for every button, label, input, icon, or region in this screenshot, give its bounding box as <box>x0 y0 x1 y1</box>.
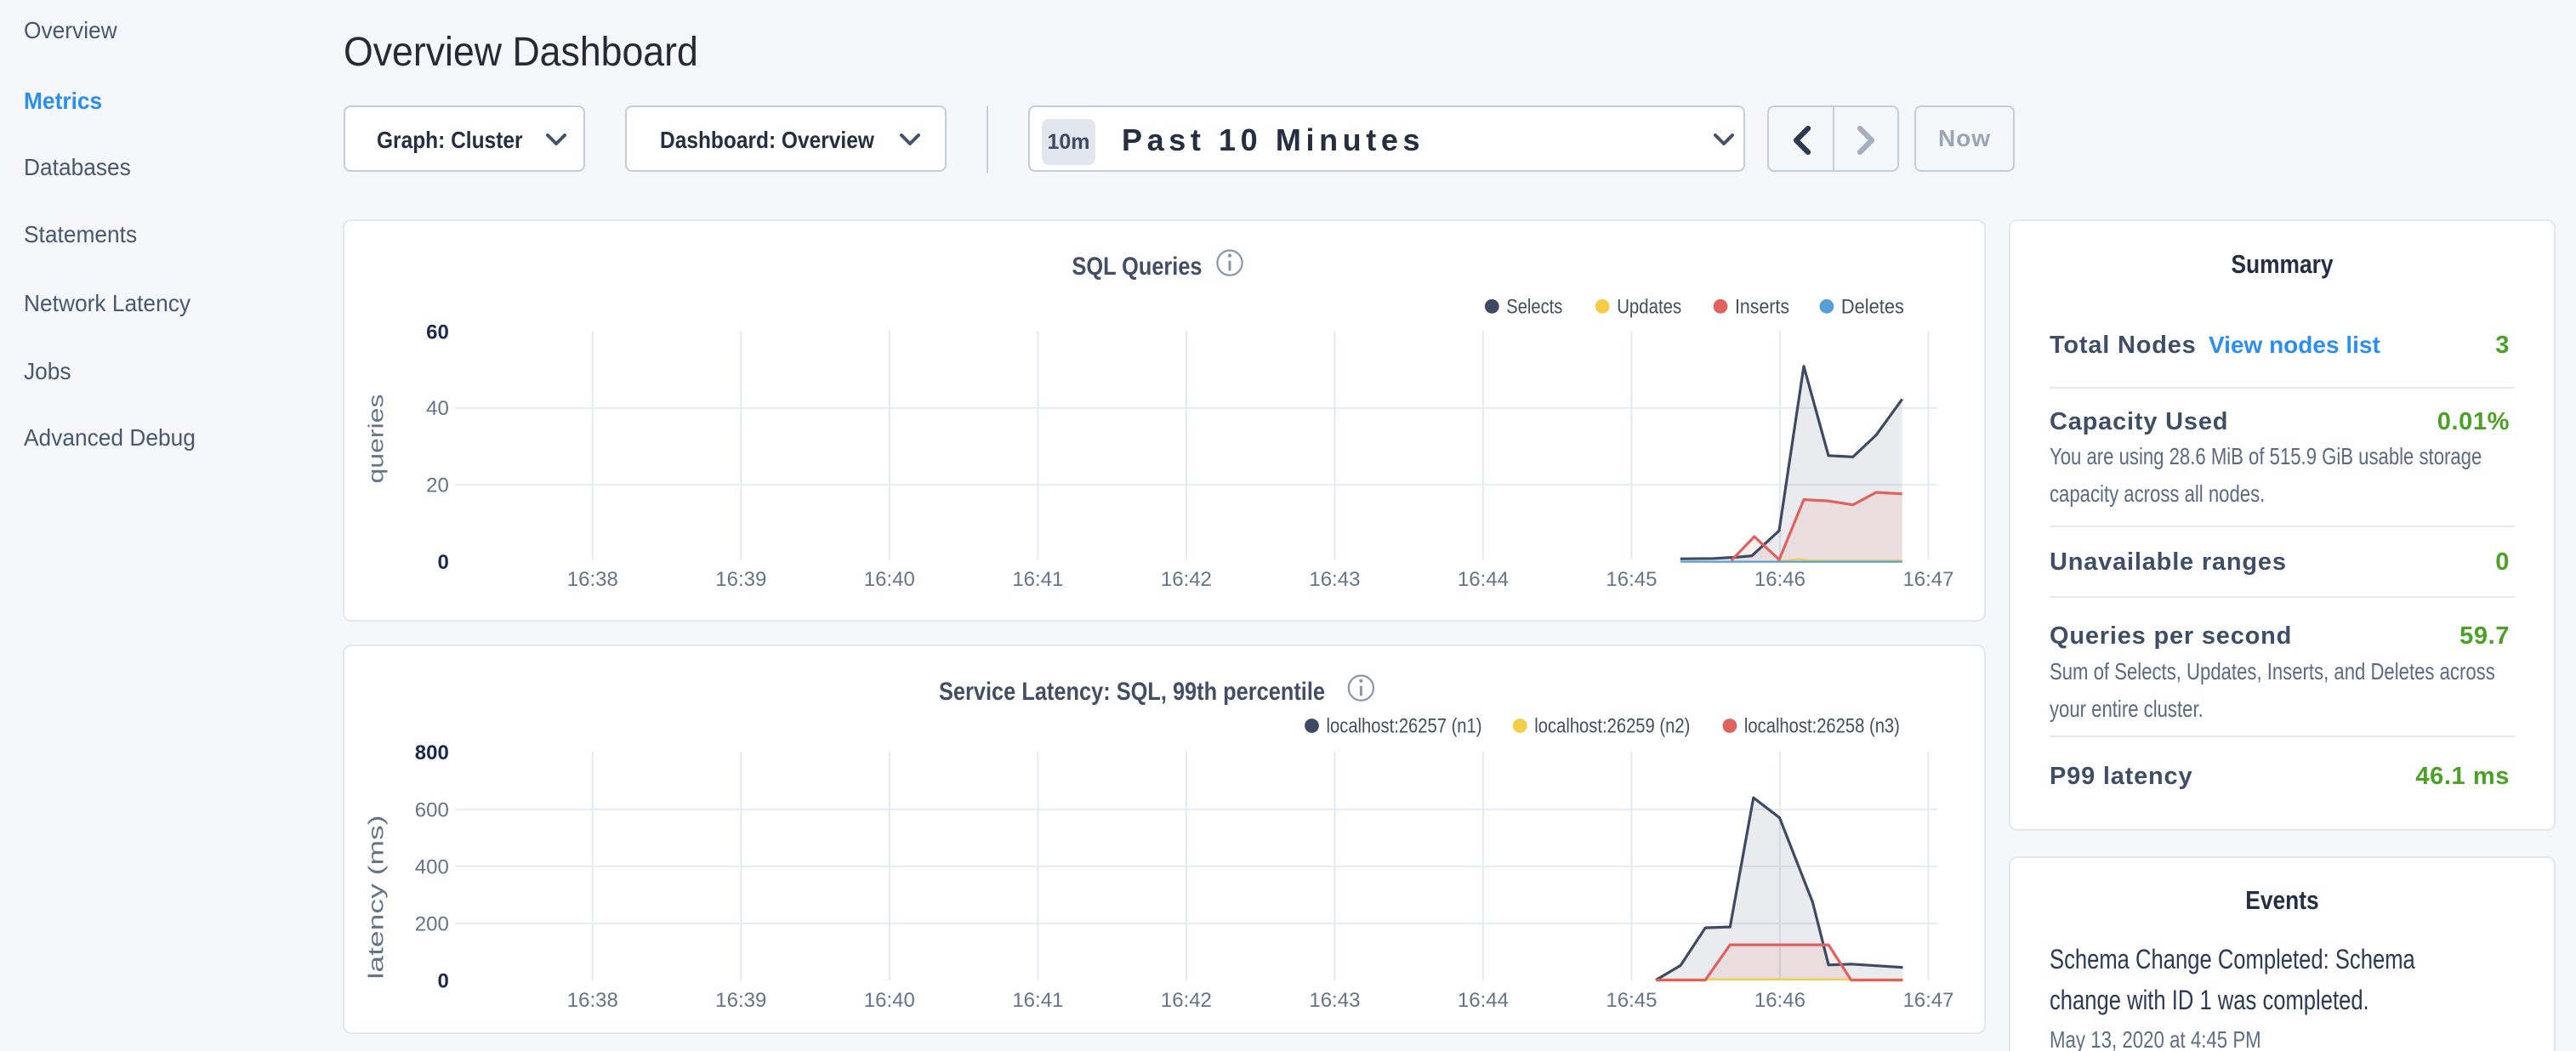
svg-text:Selects: Selects <box>1506 295 1562 318</box>
svg-text:localhost:26257 (n1): localhost:26257 (n1) <box>1327 714 1482 737</box>
svg-text:16:40: 16:40 <box>864 567 915 590</box>
svg-text:16:46: 16:46 <box>1754 989 1805 1012</box>
svg-text:16:42: 16:42 <box>1161 567 1212 590</box>
svg-text:16:44: 16:44 <box>1458 989 1509 1012</box>
svg-text:200: 200 <box>415 912 449 935</box>
svg-text:Deletes: Deletes <box>1841 295 1904 318</box>
svg-text:0: 0 <box>437 969 448 992</box>
svg-text:queries: queries <box>365 394 389 483</box>
svg-text:0: 0 <box>437 550 448 573</box>
svg-text:800: 800 <box>415 741 449 764</box>
svg-text:16:43: 16:43 <box>1309 567 1360 590</box>
svg-text:16:41: 16:41 <box>1012 989 1063 1012</box>
svg-text:Inserts: Inserts <box>1735 295 1789 318</box>
svg-text:16:46: 16:46 <box>1754 567 1805 590</box>
svg-text:60: 60 <box>426 321 449 344</box>
svg-text:latency (ms): latency (ms) <box>365 815 389 979</box>
svg-text:600: 600 <box>415 798 449 821</box>
svg-text:Updates: Updates <box>1617 295 1681 318</box>
svg-text:16:40: 16:40 <box>864 989 915 1012</box>
svg-text:16:43: 16:43 <box>1309 989 1360 1012</box>
svg-text:16:42: 16:42 <box>1161 989 1212 1012</box>
svg-text:16:47: 16:47 <box>1902 989 1953 1012</box>
svg-text:400: 400 <box>415 855 449 878</box>
svg-text:16:45: 16:45 <box>1606 567 1657 590</box>
svg-text:16:38: 16:38 <box>567 567 618 590</box>
svg-text:16:38: 16:38 <box>567 989 618 1012</box>
svg-text:16:39: 16:39 <box>715 989 766 1012</box>
svg-text:16:39: 16:39 <box>715 567 766 590</box>
svg-text:SQL Queries: SQL Queries <box>1072 253 1203 281</box>
svg-text:40: 40 <box>426 397 449 420</box>
svg-text:Service Latency: SQL, 99th per: Service Latency: SQL, 99th percentile <box>939 678 1325 706</box>
svg-text:16:41: 16:41 <box>1012 567 1063 590</box>
svg-text:16:45: 16:45 <box>1606 989 1657 1012</box>
svg-text:localhost:26258 (n3): localhost:26258 (n3) <box>1744 714 1900 737</box>
svg-text:20: 20 <box>426 474 449 497</box>
svg-text:16:44: 16:44 <box>1458 567 1509 590</box>
svg-text:localhost:26259 (n2): localhost:26259 (n2) <box>1534 714 1690 737</box>
svg-text:16:47: 16:47 <box>1902 567 1953 590</box>
